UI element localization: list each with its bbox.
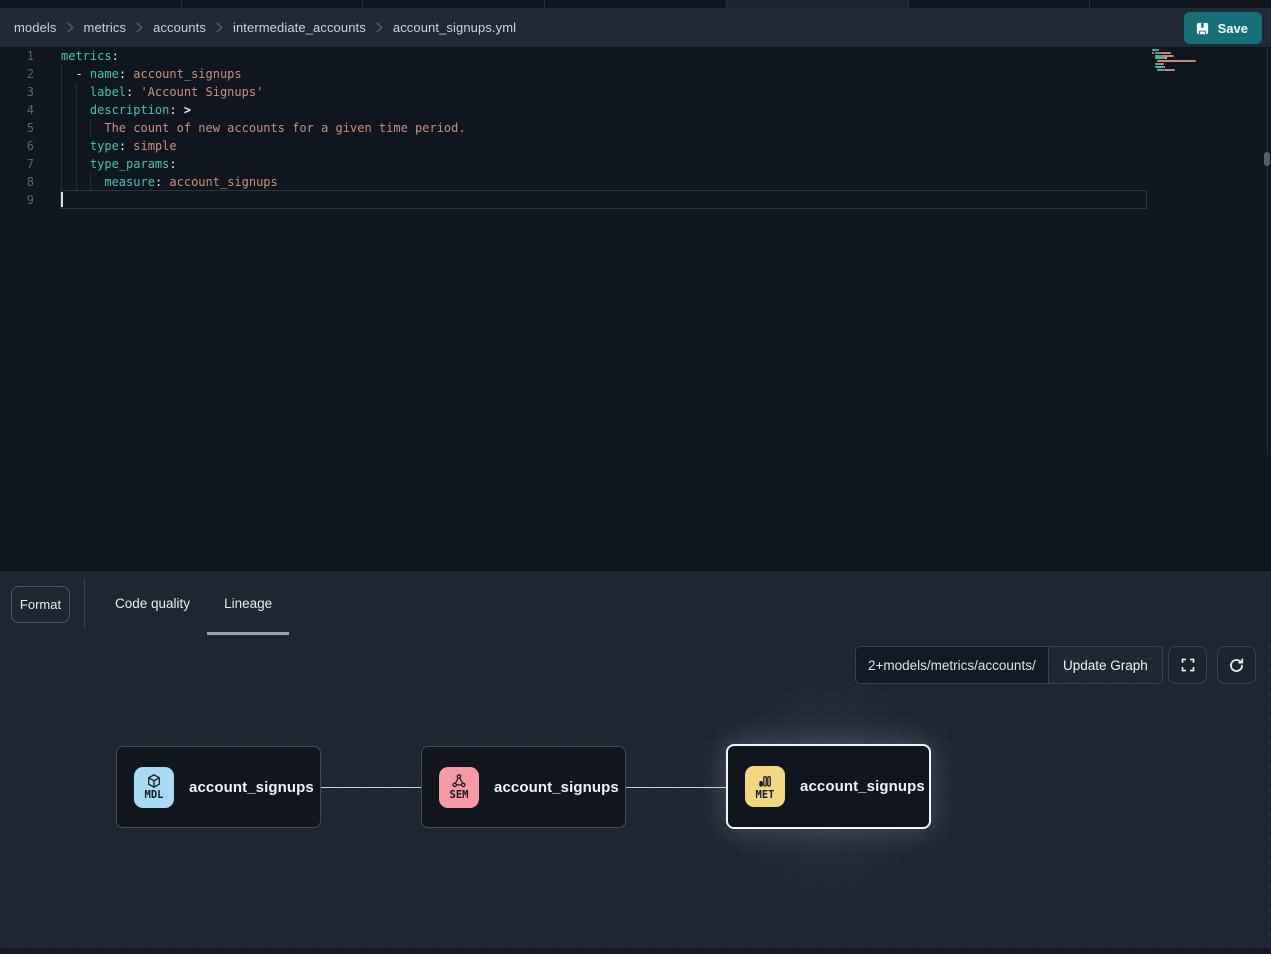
metric-chart-icon xyxy=(757,773,773,789)
minimap-line xyxy=(1155,66,1164,68)
line-number: 5 xyxy=(0,119,44,137)
chevron-right-icon xyxy=(375,22,384,33)
chevron-right-icon xyxy=(135,22,144,33)
code-line: measure: account_signups xyxy=(61,173,466,191)
save-icon xyxy=(1195,21,1210,36)
code-line: label: 'Account Signups' xyxy=(61,83,466,101)
mdl-badge: MDL xyxy=(134,767,174,808)
minimap-line xyxy=(1152,52,1154,54)
code-editor[interactable]: 123456789 metrics: - name: account_signu… xyxy=(0,47,1271,570)
code-line: metrics: xyxy=(61,47,466,65)
file-tab[interactable] xyxy=(909,0,1091,8)
code-line: - name: account_signups xyxy=(61,65,466,83)
indent-guide xyxy=(76,83,77,191)
line-number: 9 xyxy=(0,191,44,209)
tab-code-quality[interactable]: Code quality xyxy=(98,571,207,635)
line-number: 1 xyxy=(0,47,44,65)
bottom-strip xyxy=(0,948,1271,954)
line-number: 3 xyxy=(0,83,44,101)
minimap-line xyxy=(1157,60,1196,62)
format-button[interactable]: Format xyxy=(11,586,70,623)
line-number: 8 xyxy=(0,173,44,191)
line-number: 6 xyxy=(0,137,44,155)
minimap-line xyxy=(1160,63,1165,65)
lineage-canvas[interactable]: MDL account_signups SEM account_signups MET a… xyxy=(0,635,1271,949)
ide-root: models metrics accounts intermediate_accoun… xyxy=(0,0,1271,954)
save-button[interactable]: Save xyxy=(1184,12,1262,44)
breadcrumb-item[interactable]: intermediate_accounts xyxy=(233,20,366,35)
minimap-line xyxy=(1160,52,1172,54)
badge-label: MET xyxy=(756,789,775,801)
node-label: account_signups xyxy=(189,779,314,796)
code-line: description: > xyxy=(61,101,466,119)
fullscreen-icon xyxy=(1180,657,1196,673)
badge-label: MDL xyxy=(145,789,164,801)
sem-badge: SEM xyxy=(439,767,479,808)
lineage-node-met[interactable]: MET account_signups xyxy=(726,744,931,829)
file-tab[interactable] xyxy=(363,0,545,8)
line-number-gutter: 123456789 xyxy=(0,47,44,209)
refresh-button[interactable] xyxy=(1217,646,1256,684)
lineage-edge xyxy=(321,787,421,789)
minimap-line xyxy=(1161,55,1174,57)
code-content[interactable]: metrics: - name: account_signups label: … xyxy=(61,47,466,209)
badge-label: SEM xyxy=(450,789,469,801)
file-tab-strip xyxy=(0,0,1271,8)
scrollbar-track xyxy=(1267,47,1268,455)
lineage-node-sem[interactable]: SEM account_signups xyxy=(421,746,626,828)
indent-guide xyxy=(90,119,91,137)
minimap-line xyxy=(1155,57,1164,59)
breadcrumb-item[interactable]: models xyxy=(14,20,57,35)
save-label: Save xyxy=(1218,21,1248,36)
minimap[interactable] xyxy=(1150,47,1216,127)
breadcrumb-item[interactable]: accounts xyxy=(153,20,206,35)
code-line: The count of new accounts for a given ti… xyxy=(61,119,466,137)
minimap-line xyxy=(1165,57,1167,59)
scrollbar-thumb[interactable] xyxy=(1264,152,1270,166)
indent-guide xyxy=(90,173,91,191)
file-tab-active[interactable] xyxy=(727,0,909,8)
chevron-right-icon xyxy=(66,22,75,33)
semantic-graph-icon xyxy=(451,773,467,789)
lineage-filter-group: Update Graph xyxy=(855,646,1163,684)
divider xyxy=(84,578,85,629)
minimap-line xyxy=(1157,49,1159,51)
text-cursor xyxy=(61,192,63,207)
breadcrumb-bar: models metrics accounts intermediate_accoun… xyxy=(0,8,1271,47)
lineage-node-mdl[interactable]: MDL account_signups xyxy=(116,746,321,828)
node-label: account_signups xyxy=(494,779,619,796)
line-number: 7 xyxy=(0,155,44,173)
tab-lineage[interactable]: Lineage xyxy=(207,571,289,635)
bottom-panel: Format Code qualityLineage MDL account_si… xyxy=(0,570,1271,948)
lineage-edge xyxy=(626,787,726,789)
minimap-line xyxy=(1164,69,1176,71)
code-line: type_params: xyxy=(61,155,466,173)
breadcrumb: models metrics accounts intermediate_accoun… xyxy=(14,20,516,35)
file-tab[interactable] xyxy=(545,0,727,8)
code-line: type: simple xyxy=(61,137,466,155)
lineage-filter-input[interactable] xyxy=(856,647,1048,683)
line-number: 4 xyxy=(0,101,44,119)
model-cube-icon xyxy=(146,773,162,789)
file-tab[interactable] xyxy=(182,0,364,8)
current-line-highlight xyxy=(60,190,1147,209)
refresh-icon xyxy=(1228,657,1245,674)
fullscreen-button[interactable] xyxy=(1168,646,1207,684)
met-badge: MET xyxy=(745,766,785,807)
breadcrumb-item[interactable]: metrics xyxy=(84,20,127,35)
line-number: 2 xyxy=(0,65,44,83)
minimap-line xyxy=(1164,66,1166,68)
node-label: account_signups xyxy=(800,778,925,795)
panel-tabs: Code qualityLineage xyxy=(98,571,289,635)
chevron-right-icon xyxy=(215,22,224,33)
file-tab[interactable] xyxy=(1090,0,1271,8)
update-graph-button[interactable]: Update Graph xyxy=(1048,647,1162,683)
breadcrumb-item[interactable]: account_signups.yml xyxy=(393,20,516,35)
indent-guide xyxy=(61,65,62,191)
file-tab[interactable] xyxy=(0,0,182,8)
